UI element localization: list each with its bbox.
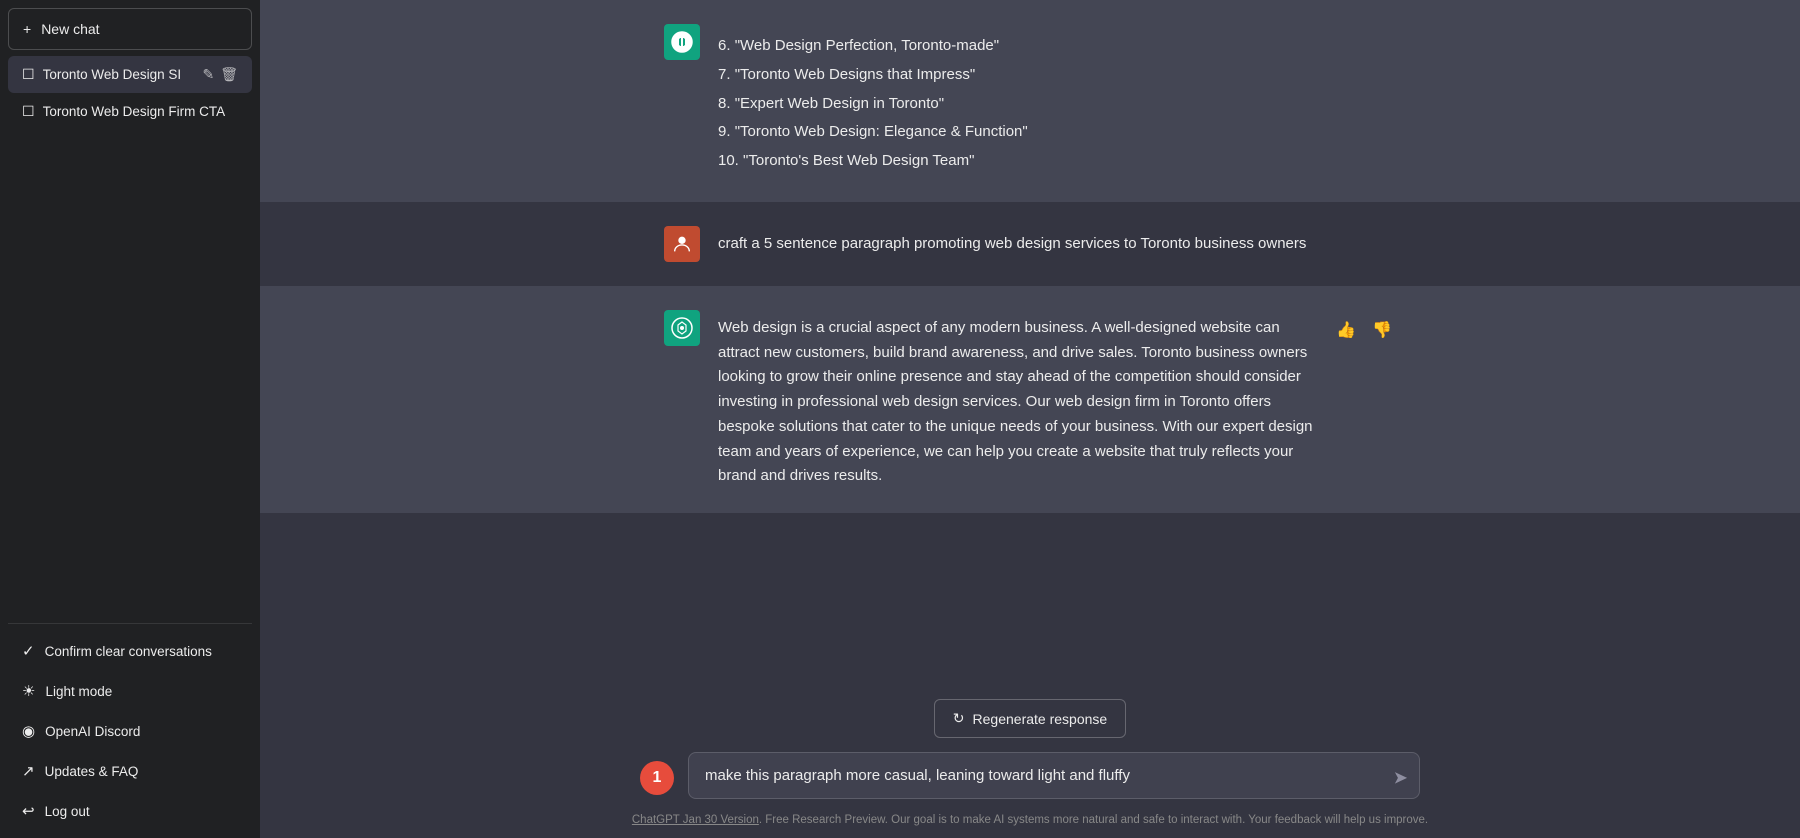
chat-item-toronto-cta[interactable]: ☐ Toronto Web Design Firm CTA	[8, 93, 252, 130]
list-item: 9. "Toronto Web Design: Elegance & Funct…	[718, 120, 1396, 145]
ai-response-text: Web design is a crucial aspect of any mo…	[718, 310, 1314, 489]
user-badge-number: 1	[653, 769, 662, 787]
chat-item-label: Toronto Web Design SI	[43, 67, 195, 82]
main-area: 6. "Web Design Perfection, Toronto-made"…	[260, 0, 1800, 838]
sidebar: + New chat ☐ Toronto Web Design SI ✎ 🗑 ☐…	[0, 0, 260, 838]
ai-list-message-inner: 6. "Web Design Perfection, Toronto-made"…	[640, 24, 1420, 178]
chat-item-actions: ✎ 🗑	[202, 66, 238, 83]
logout-icon: ↩	[22, 802, 35, 820]
thumbs-up-button[interactable]: 👍	[1332, 318, 1360, 342]
ai-avatar	[664, 24, 700, 60]
ai-list-message: 6. "Web Design Perfection, Toronto-made"…	[260, 0, 1800, 202]
edit-icon[interactable]: ✎	[202, 66, 214, 83]
input-area: ↻ Regenerate response 1 ➤ ChatGPT Jan 30…	[260, 683, 1800, 838]
user-message-inner: craft a 5 sentence paragraph promoting w…	[640, 226, 1420, 262]
chat-icon: ☐	[22, 66, 35, 83]
numbered-list: 6. "Web Design Perfection, Toronto-made"…	[718, 34, 1396, 174]
sidebar-bottom: ✓ Confirm clear conversations ☀ Light mo…	[8, 632, 252, 830]
plus-icon: +	[23, 21, 31, 37]
user-message: craft a 5 sentence paragraph promoting w…	[260, 202, 1800, 286]
checkmark-icon: ✓	[22, 642, 35, 660]
ai-paragraph: Web design is a crucial aspect of any mo…	[718, 319, 1313, 485]
user-avatar	[664, 226, 700, 262]
sidebar-item-updates-faq[interactable]: ↗ Updates & FAQ	[8, 752, 252, 790]
sidebar-item-discord[interactable]: ◉ OpenAI Discord	[8, 712, 252, 750]
chat-icon-2: ☐	[22, 103, 35, 120]
sidebar-item-confirm-clear[interactable]: ✓ Confirm clear conversations	[8, 632, 252, 670]
ai-response-inner: Web design is a crucial aspect of any mo…	[640, 310, 1420, 489]
ai-response-message: Web design is a crucial aspect of any mo…	[260, 286, 1800, 513]
message-actions: 👍 👎	[1332, 310, 1396, 342]
chat-list: ☐ Toronto Web Design SI ✎ 🗑 ☐ Toronto We…	[8, 56, 252, 615]
user-badge: 1	[640, 761, 674, 795]
user-message-text: craft a 5 sentence paragraph promoting w…	[718, 235, 1306, 252]
updates-faq-label: Updates & FAQ	[45, 764, 139, 779]
light-mode-label: Light mode	[45, 684, 112, 699]
chatgpt-version-link[interactable]: ChatGPT Jan 30 Version	[632, 814, 759, 826]
send-icon: ➤	[1393, 768, 1408, 789]
regenerate-label: Regenerate response	[973, 711, 1108, 727]
sidebar-item-log-out[interactable]: ↩ Log out	[8, 792, 252, 830]
regenerate-icon: ↻	[953, 710, 965, 727]
new-chat-label: New chat	[41, 21, 99, 37]
sidebar-divider	[8, 623, 252, 624]
list-item: 10. "Toronto's Best Web Design Team"	[718, 149, 1396, 174]
input-box-wrapper: ➤	[688, 752, 1420, 804]
logout-label: Log out	[45, 804, 90, 819]
chat-item-label-2: Toronto Web Design Firm CTA	[43, 104, 238, 119]
list-item: 8. "Expert Web Design in Toronto"	[718, 92, 1396, 117]
discord-icon: ◉	[22, 722, 35, 740]
confirm-clear-label: Confirm clear conversations	[45, 644, 212, 659]
regenerate-row: ↻ Regenerate response	[934, 699, 1126, 738]
list-item: 7. "Toronto Web Designs that Impress"	[718, 63, 1396, 88]
footer-text: ChatGPT Jan 30 Version. Free Research Pr…	[632, 814, 1428, 830]
messages-area: 6. "Web Design Perfection, Toronto-made"…	[260, 0, 1800, 683]
delete-icon[interactable]: 🗑	[220, 66, 238, 83]
new-chat-button[interactable]: + New chat	[8, 8, 252, 50]
ai-avatar-2	[664, 310, 700, 346]
send-button[interactable]: ➤	[1393, 768, 1408, 789]
sun-icon: ☀	[22, 682, 35, 700]
list-item: 6. "Web Design Perfection, Toronto-made"	[718, 34, 1396, 59]
chat-input[interactable]	[688, 752, 1420, 799]
chat-item-toronto-sl[interactable]: ☐ Toronto Web Design SI ✎ 🗑	[8, 56, 252, 93]
thumbs-down-button[interactable]: 👎	[1368, 318, 1396, 342]
user-message-content: craft a 5 sentence paragraph promoting w…	[718, 226, 1396, 257]
footer-description: . Free Research Preview. Our goal is to …	[759, 814, 1428, 826]
ai-list-content: 6. "Web Design Perfection, Toronto-made"…	[718, 24, 1396, 178]
input-row: 1 ➤	[640, 752, 1420, 804]
regenerate-button[interactable]: ↻ Regenerate response	[934, 699, 1126, 738]
link-out-icon: ↗	[22, 762, 35, 780]
sidebar-item-light-mode[interactable]: ☀ Light mode	[8, 672, 252, 710]
discord-label: OpenAI Discord	[45, 724, 140, 739]
